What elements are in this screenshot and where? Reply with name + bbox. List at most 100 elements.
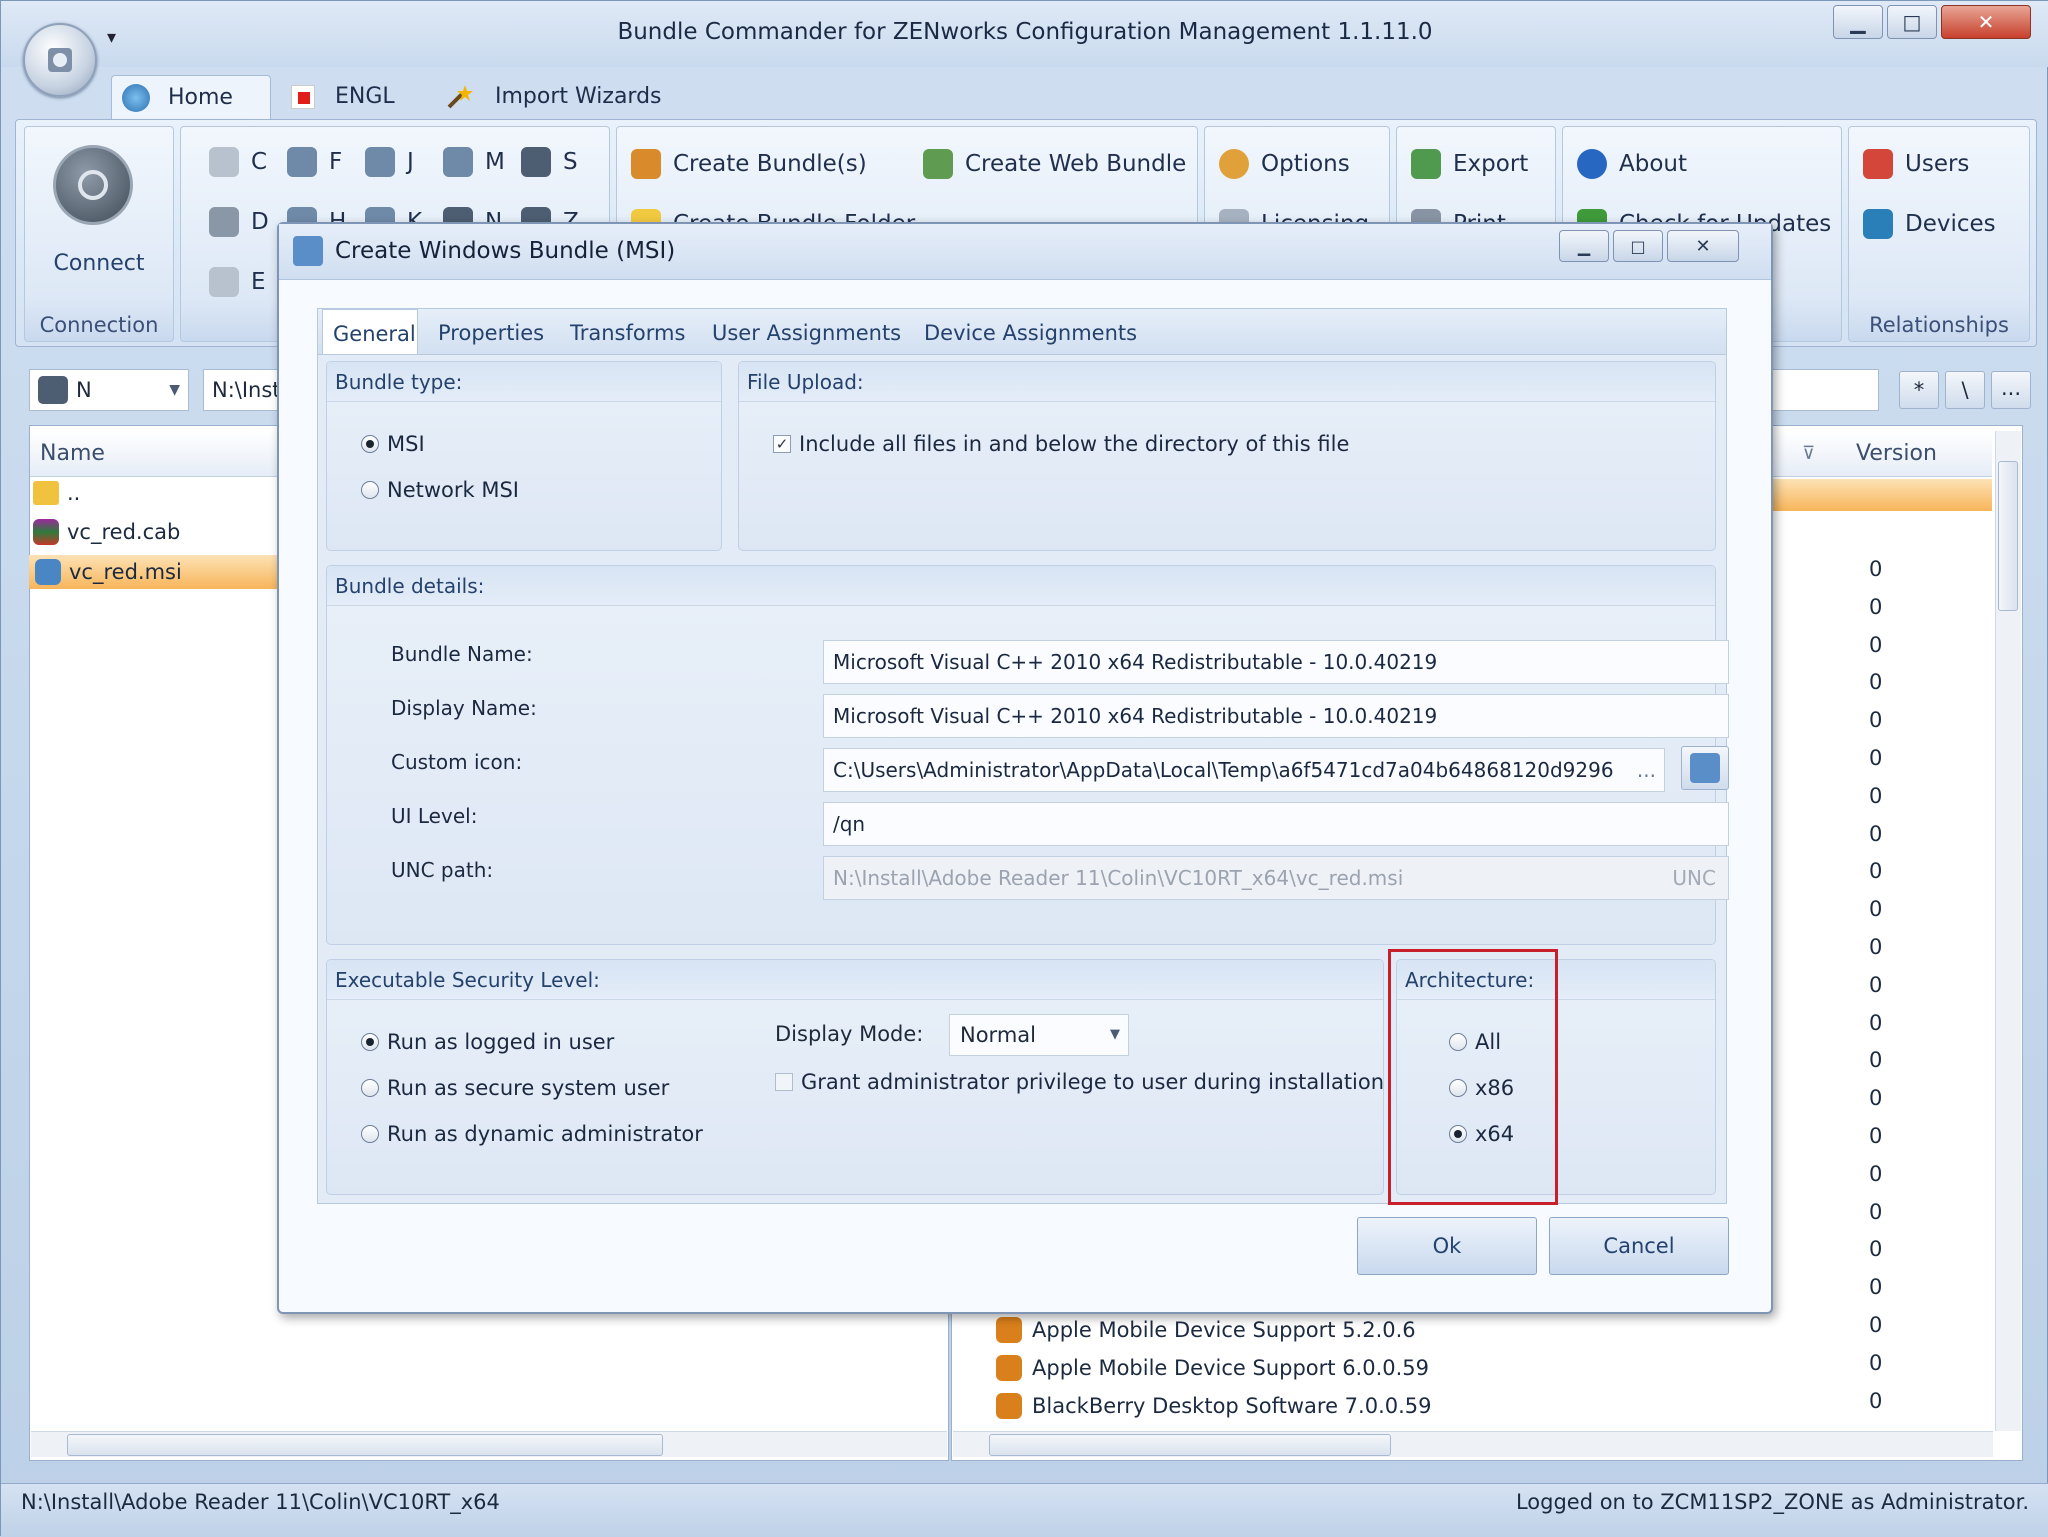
version-value: 0 <box>1869 557 1883 581</box>
file-row-parent[interactable]: .. <box>33 481 80 505</box>
scroll-thumb[interactable] <box>1998 461 2018 611</box>
tree-item[interactable]: Apple Mobile Device Support 5.2.0.6 <box>996 1317 1416 1343</box>
custom-icon-preview[interactable] <box>1681 746 1729 790</box>
tab-home[interactable]: Home <box>111 75 271 119</box>
general-tab-content: Bundle type: MSI Network MSI File Upload… <box>317 354 1729 1205</box>
drive-e[interactable]: E <box>209 267 266 297</box>
version-value: 0 <box>1869 1313 1883 1337</box>
unc-path-label: UNC path: <box>391 858 494 882</box>
connect-icon[interactable] <box>53 145 133 225</box>
version-value: 0 <box>1869 746 1883 770</box>
display-name-input[interactable]: Microsoft Visual C++ 2010 x64 Redistribu… <box>823 694 1729 738</box>
bundle-icon <box>996 1393 1022 1419</box>
include-files-checkbox[interactable]: ✓ Include all files in and below the dire… <box>773 432 1349 456</box>
about-button[interactable]: About <box>1577 149 1687 179</box>
tab-general[interactable]: General <box>322 309 418 355</box>
gear-icon <box>1219 149 1249 179</box>
drive-c[interactable]: C <box>209 147 267 177</box>
minimize-button[interactable]: ▁ <box>1833 5 1883 39</box>
filter-icon[interactable]: ⊽ <box>1802 431 1815 477</box>
dialog-tab-strip: General Properties Transforms User Assig… <box>317 308 1727 355</box>
version-value: 0 <box>1869 1048 1883 1073</box>
export-button[interactable]: Export <box>1411 149 1528 179</box>
drive-f[interactable]: F <box>287 147 342 177</box>
drive-icon <box>209 267 239 297</box>
tree-item[interactable]: BlackBerry Desktop Software 7.0.0.59 <box>996 1393 1432 1419</box>
version-value: 0 <box>1869 783 1883 808</box>
tab-home-label: Home <box>168 85 233 110</box>
right-horizontal-scrollbar[interactable] <box>953 1431 1993 1457</box>
drive-icon <box>209 207 239 237</box>
left-horizontal-scrollbar[interactable] <box>31 1431 947 1457</box>
monitor-icon <box>1863 209 1893 239</box>
scroll-thumb[interactable] <box>67 1434 663 1456</box>
tab-engl[interactable]: ENGL <box>277 75 427 119</box>
radio-msi[interactable]: MSI <box>361 432 425 456</box>
version-value: 0 <box>1869 859 1883 884</box>
devices-button[interactable]: Devices <box>1863 209 1996 239</box>
version-value: 0 <box>1869 935 1883 959</box>
version-value: 0 <box>1869 1010 1883 1035</box>
drive-select[interactable]: N ▼ <box>29 369 189 411</box>
scroll-thumb[interactable] <box>989 1434 1391 1456</box>
grant-admin-checkbox[interactable]: Grant administrator privilege to user du… <box>775 1070 1384 1094</box>
cancel-button[interactable]: Cancel <box>1549 1217 1729 1275</box>
msi-package-icon <box>35 559 61 585</box>
radio-network-msi[interactable]: Network MSI <box>361 478 519 502</box>
drive-s[interactable]: S <box>521 147 578 177</box>
connect-button[interactable]: Connect <box>25 251 173 276</box>
ok-button[interactable]: Ok <box>1357 1217 1537 1275</box>
msi-package-icon <box>293 236 323 266</box>
drive-d[interactable]: D <box>209 207 269 237</box>
tab-properties[interactable]: Properties <box>428 309 554 355</box>
radio-run-as-dynamic-administrator[interactable]: Run as dynamic administrator <box>361 1122 703 1146</box>
unc-path-input: N:\Install\Adobe Reader 11\Colin\VC10RT_… <box>823 856 1729 900</box>
dialog-minimize-button[interactable]: ▁ <box>1559 230 1609 262</box>
custom-icon-input[interactable]: C:\Users\Administrator\AppData\Local\Tem… <box>823 748 1665 792</box>
create-windows-bundle-dialog: Create Windows Bundle (MSI) ▁ □ ✕ Genera… <box>277 222 1773 1314</box>
tab-import-wizards[interactable]: Import Wizards <box>431 75 681 119</box>
version-value: 0 <box>1869 594 1883 619</box>
radio-run-as-secure-system-user[interactable]: Run as secure system user <box>361 1076 669 1100</box>
vertical-scrollbar[interactable] <box>1995 431 2021 1431</box>
radio-indicator <box>361 1125 379 1143</box>
network-drive-icon <box>365 147 395 177</box>
bundle-type-header: Bundle type: <box>327 362 721 402</box>
root-path-button[interactable]: \ <box>1945 371 1985 409</box>
version-value: 0 <box>1869 708 1883 733</box>
create-bundle-icon <box>631 149 661 179</box>
bundle-name-input[interactable]: Microsoft Visual C++ 2010 x64 Redistribu… <box>823 640 1729 684</box>
tab-user-assignments[interactable]: User Assignments <box>702 309 911 355</box>
security-level-header: Executable Security Level: <box>327 960 1383 1000</box>
parent-path-button[interactable]: ... <box>1991 371 2031 409</box>
radio-indicator <box>361 1079 379 1097</box>
radio-run-as-logged-in-user[interactable]: Run as logged in user <box>361 1030 614 1054</box>
export-icon <box>1411 149 1441 179</box>
drive-m[interactable]: M <box>443 147 505 177</box>
folder-up-icon <box>33 481 59 505</box>
bundle-name-label: Bundle Name: <box>391 642 533 666</box>
dialog-close-button[interactable]: ✕ <box>1667 230 1739 262</box>
maximize-button[interactable]: □ <box>1887 5 1937 39</box>
dialog-maximize-button[interactable]: □ <box>1613 230 1663 262</box>
create-bundles-button[interactable]: Create Bundle(s) <box>631 149 867 179</box>
drive-j[interactable]: J <box>365 147 414 177</box>
tab-transforms[interactable]: Transforms <box>560 309 695 355</box>
filter-all-button[interactable]: * <box>1899 371 1939 409</box>
bundle-icon <box>996 1355 1022 1381</box>
ui-level-input[interactable]: /qn <box>823 802 1729 846</box>
browse-icon-button[interactable]: ... <box>1637 749 1656 791</box>
drive-icon <box>209 147 239 177</box>
custom-icon-label: Custom icon: <box>391 750 523 774</box>
options-button[interactable]: Options <box>1219 149 1350 179</box>
file-row-vc-red-msi[interactable]: vc_red.msi <box>29 555 285 589</box>
tree-item[interactable]: Apple Mobile Device Support 6.0.0.59 <box>996 1355 1429 1381</box>
file-row-vc-red-cab[interactable]: vc_red.cab <box>33 519 180 545</box>
create-web-bundle-button[interactable]: Create Web Bundle <box>923 149 1186 179</box>
close-button[interactable]: ✕ <box>1941 5 2031 39</box>
users-button[interactable]: Users <box>1863 149 1969 179</box>
display-mode-select[interactable]: Normal ▼ <box>949 1014 1129 1056</box>
chevron-down-icon: ▼ <box>1110 1027 1120 1042</box>
dialog-title: Create Windows Bundle (MSI) <box>335 238 676 264</box>
tab-device-assignments[interactable]: Device Assignments <box>914 309 1147 355</box>
